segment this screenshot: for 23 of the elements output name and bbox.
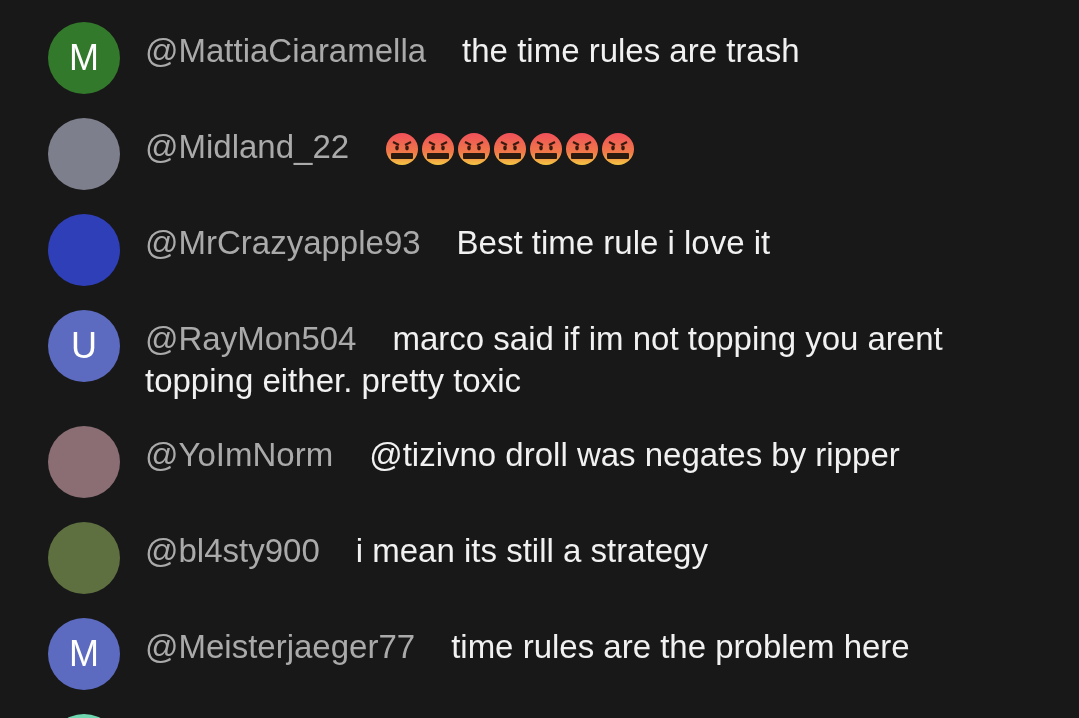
angry-face-icon [565,132,600,167]
letter-avatar[interactable]: U [48,310,120,382]
author-name[interactable]: @Meisterjaeger77 [145,628,416,665]
angry-face-icon [421,132,456,167]
chat-message: @bl4sty900 i mean its still a strategy [145,531,708,571]
chat-message: @MattiaCiaramella the time rules are trash [145,31,800,71]
author-name[interactable]: @YoImNorm [145,436,334,473]
letter-avatar[interactable]: M [48,22,120,94]
angry-face-icon [457,132,492,167]
author-name[interactable]: @RayMon504 [145,320,357,357]
chat-message: @YoImNorm @tizivno droll was negates by ripper [145,435,900,475]
angry-face-icon [493,132,528,167]
chat-message: @Meisterjaeger77 time rules are the problem here [145,627,910,667]
angry-face-icon [385,132,420,167]
author-name[interactable]: @MrCrazyapple93 [145,224,421,261]
author-name[interactable]: @MattiaCiaramella [145,32,427,69]
letter-avatar[interactable]: M [48,618,120,690]
chat-message: @MrCrazyapple93 Best time rule i love it [145,223,771,263]
chat-message: @RayMon504 marco said if im not topping you arent topping either. pretty toxic [145,319,944,401]
author-name[interactable]: @Midland_22 [145,128,350,165]
author-name[interactable]: @bl4sty900 [145,532,320,569]
angry-face-icon [529,132,564,167]
angry-face-icon [601,132,636,167]
